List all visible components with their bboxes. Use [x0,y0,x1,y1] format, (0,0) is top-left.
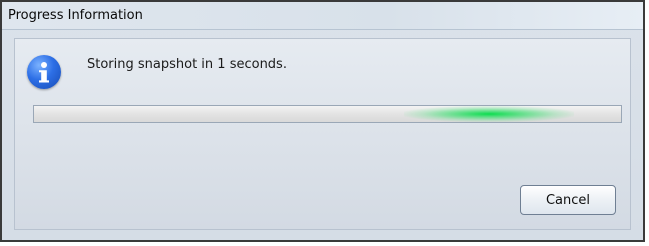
progress-information-dialog: Progress Information Storing snapshot in… [0,0,645,242]
info-icon [27,55,61,89]
status-message: Storing snapshot in 1 seconds. [87,57,287,72]
progress-indicator [404,106,574,122]
window-title: Progress Information [8,8,143,23]
dialog-content: Storing snapshot in 1 seconds. Cancel [14,38,631,230]
cancel-button[interactable]: Cancel [520,185,616,215]
progress-bar [33,105,622,123]
titlebar[interactable]: Progress Information [2,2,643,30]
